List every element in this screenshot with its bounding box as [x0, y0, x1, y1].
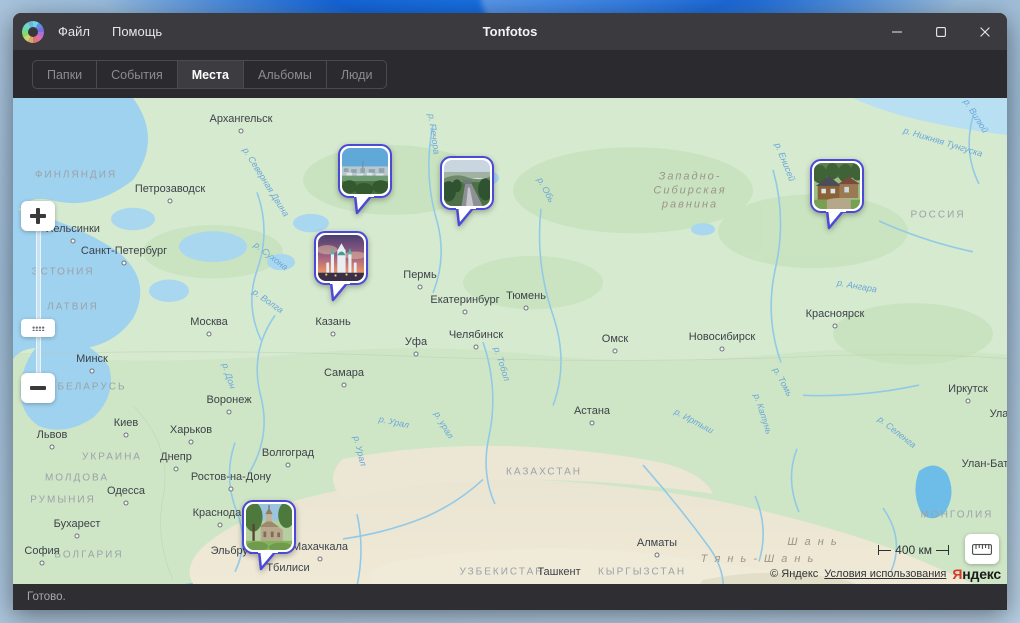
yandex-logo-first-letter: Я	[952, 566, 962, 582]
tab-albums[interactable]: Альбомы	[244, 61, 327, 88]
copyright-text: © Яндекс	[770, 568, 818, 580]
photo-marker-tail	[456, 206, 478, 228]
tab-folders[interactable]: Папки	[33, 61, 97, 88]
photo-marker-bubble[interactable]	[242, 500, 296, 554]
zoom-slider-handle[interactable]	[21, 319, 55, 337]
photo-marker-tail	[826, 209, 848, 231]
photo-marker-tail	[354, 194, 376, 216]
map-view[interactable]: р. Северная Двинар. Сухонар. Волгар. Печ…	[13, 98, 1007, 584]
yandex-logo-rest: ндекс	[962, 566, 1001, 582]
photo-marker-tail	[330, 281, 352, 303]
window-controls	[875, 13, 1007, 50]
photo-thumbnail	[444, 160, 490, 206]
tab-bar-container: Папки События Места Альбомы Люди	[13, 50, 1007, 98]
map-attribution: © Яндекс Условия использования Яндекс	[770, 566, 1001, 582]
photo-thumbnail	[318, 235, 364, 281]
tab-events[interactable]: События	[97, 61, 178, 88]
tab-people[interactable]: Люди	[327, 61, 387, 88]
ruler-icon[interactable]	[965, 534, 999, 564]
scale-left-tick	[878, 545, 891, 555]
photo-thumbnail	[814, 163, 860, 209]
color-ring-icon	[22, 21, 44, 43]
terms-of-use-link[interactable]: Условия использования	[824, 568, 946, 580]
photo-marker-bubble[interactable]	[440, 156, 494, 210]
photo-marker[interactable]	[242, 500, 296, 554]
status-text: Готово.	[27, 591, 66, 603]
slider-grip-icon	[32, 326, 45, 331]
zoom-in-button[interactable]	[21, 201, 55, 231]
maximize-icon[interactable]	[919, 13, 963, 50]
photo-marker-tail	[258, 550, 280, 572]
tab-bar: Папки События Места Альбомы Люди	[32, 60, 387, 89]
map-zoom-control	[20, 201, 56, 403]
photo-marker[interactable]	[440, 156, 494, 210]
title-bar: Файл Помощь Tonfotos	[13, 13, 1007, 50]
photo-marker[interactable]	[314, 231, 368, 285]
close-icon[interactable]	[963, 13, 1007, 50]
scale-label: 400 км	[895, 543, 932, 557]
photo-marker[interactable]	[810, 159, 864, 213]
menu-bar: Файл Помощь	[56, 21, 164, 42]
zoom-slider-track[interactable]	[36, 227, 41, 377]
menu-item-file[interactable]: Файл	[56, 21, 92, 42]
menu-item-help[interactable]: Помощь	[110, 21, 164, 42]
tab-places[interactable]: Места	[178, 61, 244, 88]
status-bar: Готово.	[13, 584, 1007, 610]
photo-thumbnail	[246, 504, 292, 550]
photo-marker-bubble[interactable]	[810, 159, 864, 213]
photo-marker-bubble[interactable]	[314, 231, 368, 285]
map-scale-bar: 400 км	[878, 543, 949, 557]
scale-right-tick	[936, 545, 949, 555]
app-window: Файл Помощь Tonfotos Папки События Места…	[13, 13, 1007, 610]
photo-marker[interactable]	[338, 144, 392, 198]
yandex-logo[interactable]: Яндекс	[952, 566, 1001, 582]
photo-thumbnail	[342, 148, 388, 194]
photo-marker-bubble[interactable]	[338, 144, 392, 198]
zoom-out-button[interactable]	[21, 373, 55, 403]
minimize-icon[interactable]	[875, 13, 919, 50]
